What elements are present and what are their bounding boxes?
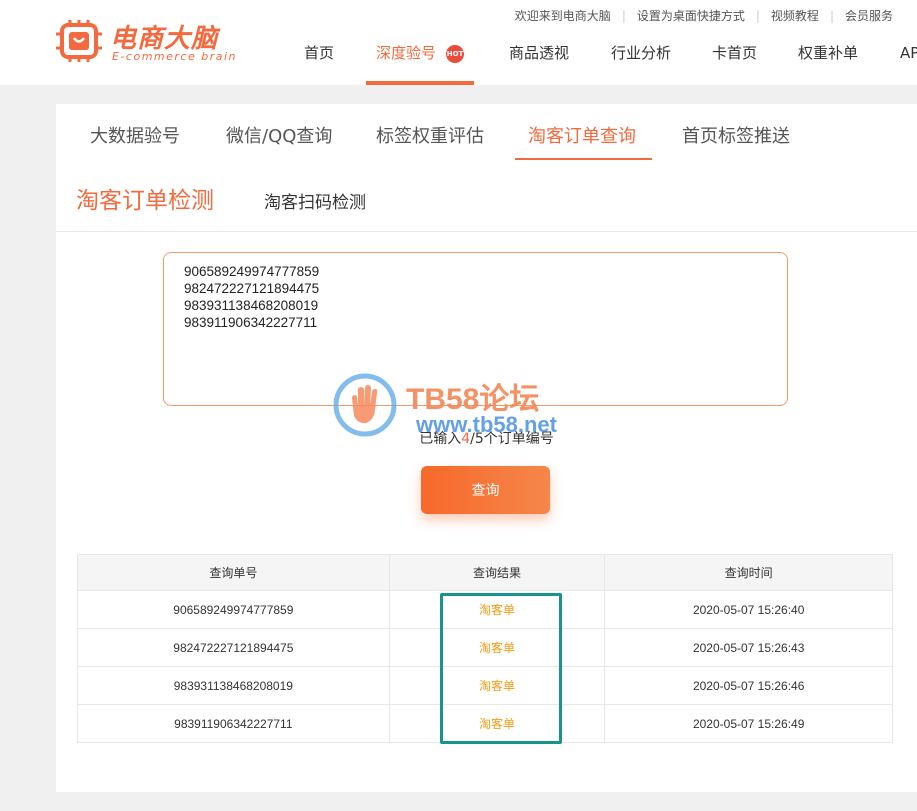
hot-badge: HOT [446,45,465,63]
brand-logo[interactable]: 电商大脑 E-commerce brain [56,18,246,68]
welcome-link[interactable]: 欢迎来到电商大脑 [515,9,611,23]
table-row: 983911906342227711 淘客单 2020-05-07 15:26:… [77,704,893,743]
subtab-taoke-scan-detect[interactable]: 淘客扫码检测 [264,188,366,213]
table-header-row: 查询单号 查询结果 查询时间 [77,554,893,591]
header-query-result: 查询结果 [388,554,606,591]
nav-item-label: 首页 [304,44,335,62]
main-card: 大数据验号 微信/QQ查询 标签权重评估 淘客订单查询 首页标签推送 淘客订单检… [56,104,917,792]
order-number-cell: 982472227121894475 [77,628,390,667]
table-row: 983931138468208019 淘客单 2020-05-07 15:26:… [77,666,893,705]
table-row: 982472227121894475 淘客单 2020-05-07 15:26:… [77,628,893,667]
order-number-cell: 983911906342227711 [77,704,390,743]
nav-item-label: AP [900,44,917,62]
nav-item-label: 深度验号 [376,44,437,62]
nav-item-ap[interactable]: AP [900,41,917,85]
time-cell: 2020-05-07 15:26:49 [604,704,893,743]
nav-item-label: 卡首页 [712,44,758,62]
nav-item-home[interactable]: 首页 [304,41,334,85]
brain-chip-icon [56,20,102,62]
tab-big-data-verify[interactable]: 大数据验号 [90,122,180,148]
input-count-status: 已输入4/5个订单编号 [56,428,917,448]
header-query-time: 查询时间 [604,554,893,591]
nav-item-deep-verify[interactable]: 深度验号 HOT [365,41,475,85]
time-cell: 2020-05-07 15:26:40 [604,590,893,629]
tab-homepage-tag-push[interactable]: 首页标签推送 [682,122,790,148]
tab-tag-weight[interactable]: 标签权重评估 [376,122,484,148]
order-number-cell: 906589249974777859 [77,590,390,629]
divider: | [829,9,834,23]
site-header: 电商大脑 E-commerce brain 欢迎来到电商大脑 | 设置为桌面快捷方式… [0,0,917,85]
result-cell: 淘客单 [388,704,606,743]
main-nav: 首页 深度验号 HOT 商品透视 行业分析 卡首页 权重补单 AP [304,41,917,85]
tab-bar: 大数据验号 微信/QQ查询 标签权重评估 淘客订单查询 首页标签推送 [56,104,917,162]
top-links: 欢迎来到电商大脑 | 设置为桌面快捷方式 | 视频教程 | 会员服务 [515,7,893,24]
result-cell: 淘客单 [388,666,606,705]
table-row: 906589249974777859 淘客单 2020-05-07 15:26:… [77,590,893,629]
active-tab-indicator [515,158,652,160]
time-cell: 2020-05-07 15:26:46 [604,666,893,705]
time-cell: 2020-05-07 15:26:43 [604,628,893,667]
count-prefix: 已输入 [419,431,462,447]
header-order-number: 查询单号 [77,554,390,591]
result-cell: 淘客单 [388,590,606,629]
divider: | [621,9,626,23]
tab-wechat-qq-query[interactable]: 微信/QQ查询 [226,122,332,148]
nav-item-label: 商品透视 [509,44,570,62]
count-suffix: /5个订单编号 [470,431,554,447]
tab-taoke-order-query[interactable]: 淘客订单查询 [528,122,636,148]
nav-item-product-insight[interactable]: 商品透视 [509,41,569,85]
nav-item-label: 权重补单 [798,44,859,62]
count-entered: 4 [461,431,471,447]
nav-item-card-homepage[interactable]: 卡首页 [712,41,757,85]
result-cell: 淘客单 [388,628,606,667]
nav-item-weight-order[interactable]: 权重补单 [798,41,858,85]
order-number-cell: 983931138468208019 [77,666,390,705]
order-number-input[interactable]: 906589249974777859 982472227121894475 98… [163,252,788,406]
video-tutorial-link[interactable]: 视频教程 [771,9,819,23]
nav-item-industry-analysis[interactable]: 行业分析 [611,41,671,85]
membership-link[interactable]: 会员服务 [845,9,893,23]
sub-tab-bar: 淘客订单检测 淘客扫码检测 [56,178,917,232]
brand-tagline: E-commerce brain [112,50,238,63]
divider: | [755,9,760,23]
nav-item-label: 行业分析 [611,44,672,62]
query-button[interactable]: 查询 [421,466,550,514]
shortcut-link[interactable]: 设置为桌面快捷方式 [637,9,745,23]
subtab-taoke-order-detect[interactable]: 淘客订单检测 [76,181,214,215]
results-table: 查询单号 查询结果 查询时间 906589249974777859 淘客单 20… [77,554,893,743]
